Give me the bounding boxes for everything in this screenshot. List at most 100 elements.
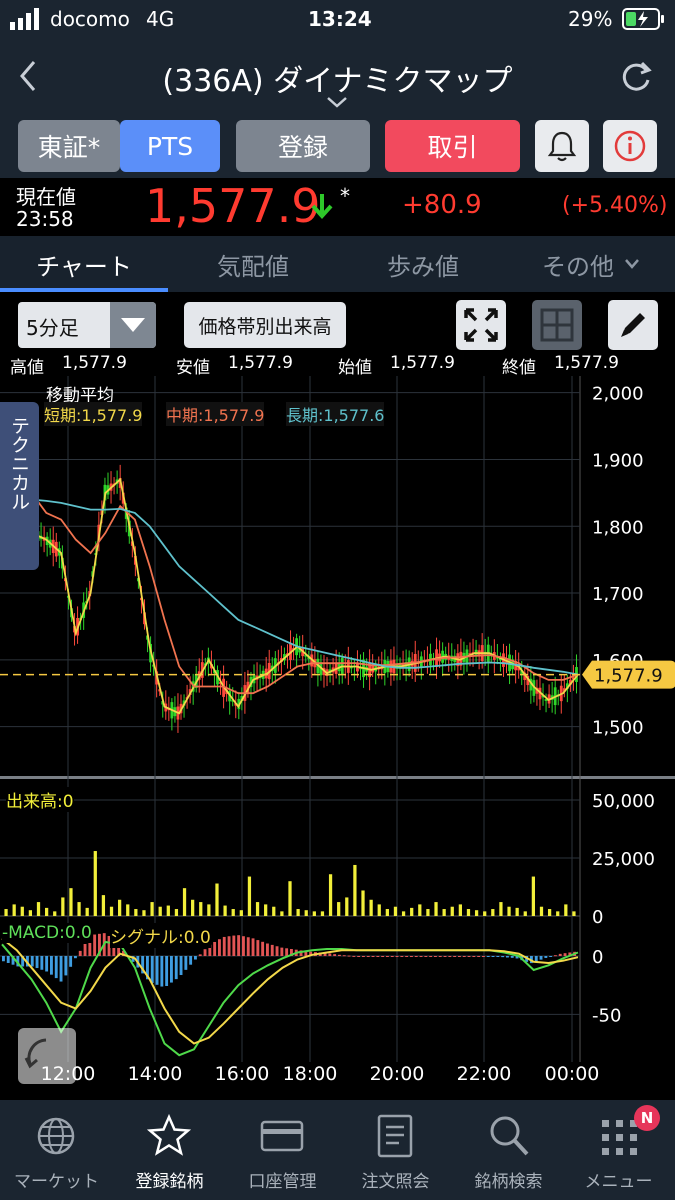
volume-bar: [272, 906, 276, 916]
macd-histogram-bar: [386, 956, 389, 957]
macd-histogram-bar: [539, 956, 543, 960]
macd-histogram-bar: [35, 956, 39, 969]
volume-bar: [101, 895, 106, 916]
volume-bar: [312, 911, 316, 916]
macd-histogram-bar: [198, 954, 202, 956]
volume-bar: [158, 906, 162, 916]
macd-histogram-bar: [338, 954, 341, 956]
interval-select[interactable]: 5分足: [18, 302, 156, 348]
back-icon[interactable]: [16, 58, 40, 94]
price-mark: *: [340, 184, 350, 208]
nav-account[interactable]: 口座管理: [226, 1100, 339, 1200]
refresh-icon[interactable]: [618, 58, 654, 94]
price-axis-label: 1,700: [592, 584, 644, 605]
signal-icon: [10, 8, 39, 30]
carrier-name: docomo: [50, 7, 130, 31]
info-button[interactable]: [603, 120, 657, 172]
current-price: 1,577.9: [145, 179, 321, 233]
macd-histogram-bar: [477, 956, 481, 957]
macd-histogram-bar: [501, 956, 505, 958]
volume-bar: [12, 904, 16, 916]
macd-histogram-bar: [59, 956, 63, 982]
macd-histogram-bar: [237, 935, 241, 956]
macd-histogram-bar: [261, 941, 265, 956]
macd-histogram-bar: [400, 956, 404, 957]
volume-bar: [523, 911, 527, 916]
rotate-button[interactable]: [18, 1028, 76, 1084]
macd-line: [1, 940, 579, 1057]
nav-menu[interactable]: N メニュー: [562, 1100, 675, 1200]
tab-quote-board[interactable]: 気配値: [168, 236, 338, 292]
nav-market[interactable]: マーケット: [0, 1100, 113, 1200]
macd-histogram-bar: [160, 956, 164, 987]
tab-chart[interactable]: チャート: [0, 236, 168, 292]
macd-histogram-bar: [203, 949, 207, 956]
macd-axis-label: -50: [592, 1005, 621, 1026]
volume-by-price-button[interactable]: 価格帯別出来高: [184, 302, 346, 348]
bell-icon: [547, 131, 577, 162]
register-button[interactable]: 登録: [236, 120, 370, 172]
x-tick-label: 18:00: [283, 1063, 338, 1085]
macd-histogram-bar: [424, 956, 428, 957]
volume-bar: [126, 904, 130, 916]
macd-histogram-bar: [544, 956, 548, 958]
macd-histogram-bar: [64, 956, 68, 976]
draw-button[interactable]: [608, 300, 658, 350]
volume-bar: [393, 906, 398, 916]
macd-histogram-bar: [194, 956, 197, 960]
ma-mid-value: 中期:1,577.9: [166, 402, 265, 426]
macd-histogram-bar: [93, 934, 97, 956]
volume-bar: [296, 909, 300, 916]
volume-bar: [531, 876, 536, 916]
volume-bar: [401, 911, 406, 916]
chart-canvas[interactable]: 12:0014:0016:0018:0020:0022:0000:001,500…: [0, 376, 675, 1100]
open-label: 始値: [338, 358, 372, 378]
macd-histogram-bar: [558, 953, 562, 956]
macd-histogram-bar: [549, 956, 553, 957]
chevron-down-icon: [625, 259, 639, 269]
volume-bar: [174, 909, 179, 916]
macd-histogram-bar: [213, 941, 217, 956]
macd-histogram-bar: [285, 948, 289, 956]
volume-bar: [264, 904, 268, 916]
macd-histogram-bar: [54, 956, 58, 979]
technical-tab[interactable]: テクニカル: [0, 402, 39, 570]
tse-button[interactable]: 東証*: [18, 120, 120, 172]
nav-search-label: 銘柄検索: [474, 1172, 543, 1192]
nav-orders[interactable]: 注文照会: [339, 1100, 452, 1200]
pts-button[interactable]: PTS: [120, 120, 220, 172]
interval-dropdown[interactable]: [110, 302, 156, 348]
trade-button[interactable]: 取引: [385, 120, 520, 172]
volume-bar: [255, 902, 260, 916]
macd-histogram-bar: [486, 956, 490, 957]
high-label: 高値: [10, 358, 44, 378]
macd-histogram-bar: [410, 956, 413, 957]
macd-histogram-bar: [506, 956, 509, 958]
pencil-icon: [621, 313, 645, 337]
chevron-down-icon[interactable]: [326, 96, 348, 108]
arrow-down-icon: [311, 194, 333, 219]
volume-bar: [434, 902, 438, 916]
macd-histogram-bar: [40, 956, 44, 970]
tab-tick[interactable]: 歩み値: [338, 236, 508, 292]
volume-bar: [207, 904, 211, 916]
macd-histogram-bar: [458, 956, 461, 957]
macd-histogram-bar: [563, 953, 567, 956]
nav-search[interactable]: 銘柄検索: [452, 1100, 565, 1200]
layout-button[interactable]: [532, 300, 582, 350]
macd-label: -MACD:0.0: [2, 923, 92, 943]
rotate-icon: [24, 1038, 47, 1069]
nav-watchlist[interactable]: 登録銘柄: [113, 1100, 226, 1200]
volume-bar: [474, 910, 479, 916]
macd-histogram-bar: [438, 956, 442, 957]
fullscreen-button[interactable]: [456, 300, 506, 350]
macd-histogram-bar: [510, 956, 514, 958]
volume-bar: [353, 864, 357, 916]
volume-label: 出来高:0: [6, 787, 74, 812]
nav-bar: (336A) ダイナミクマップ: [0, 40, 675, 112]
macd-histogram-bar: [482, 956, 485, 957]
volume-bar: [247, 876, 252, 916]
nav-market-label: マーケット: [14, 1172, 99, 1192]
alert-button[interactable]: [535, 120, 589, 172]
volume-axis-label: 50,000: [592, 791, 655, 812]
